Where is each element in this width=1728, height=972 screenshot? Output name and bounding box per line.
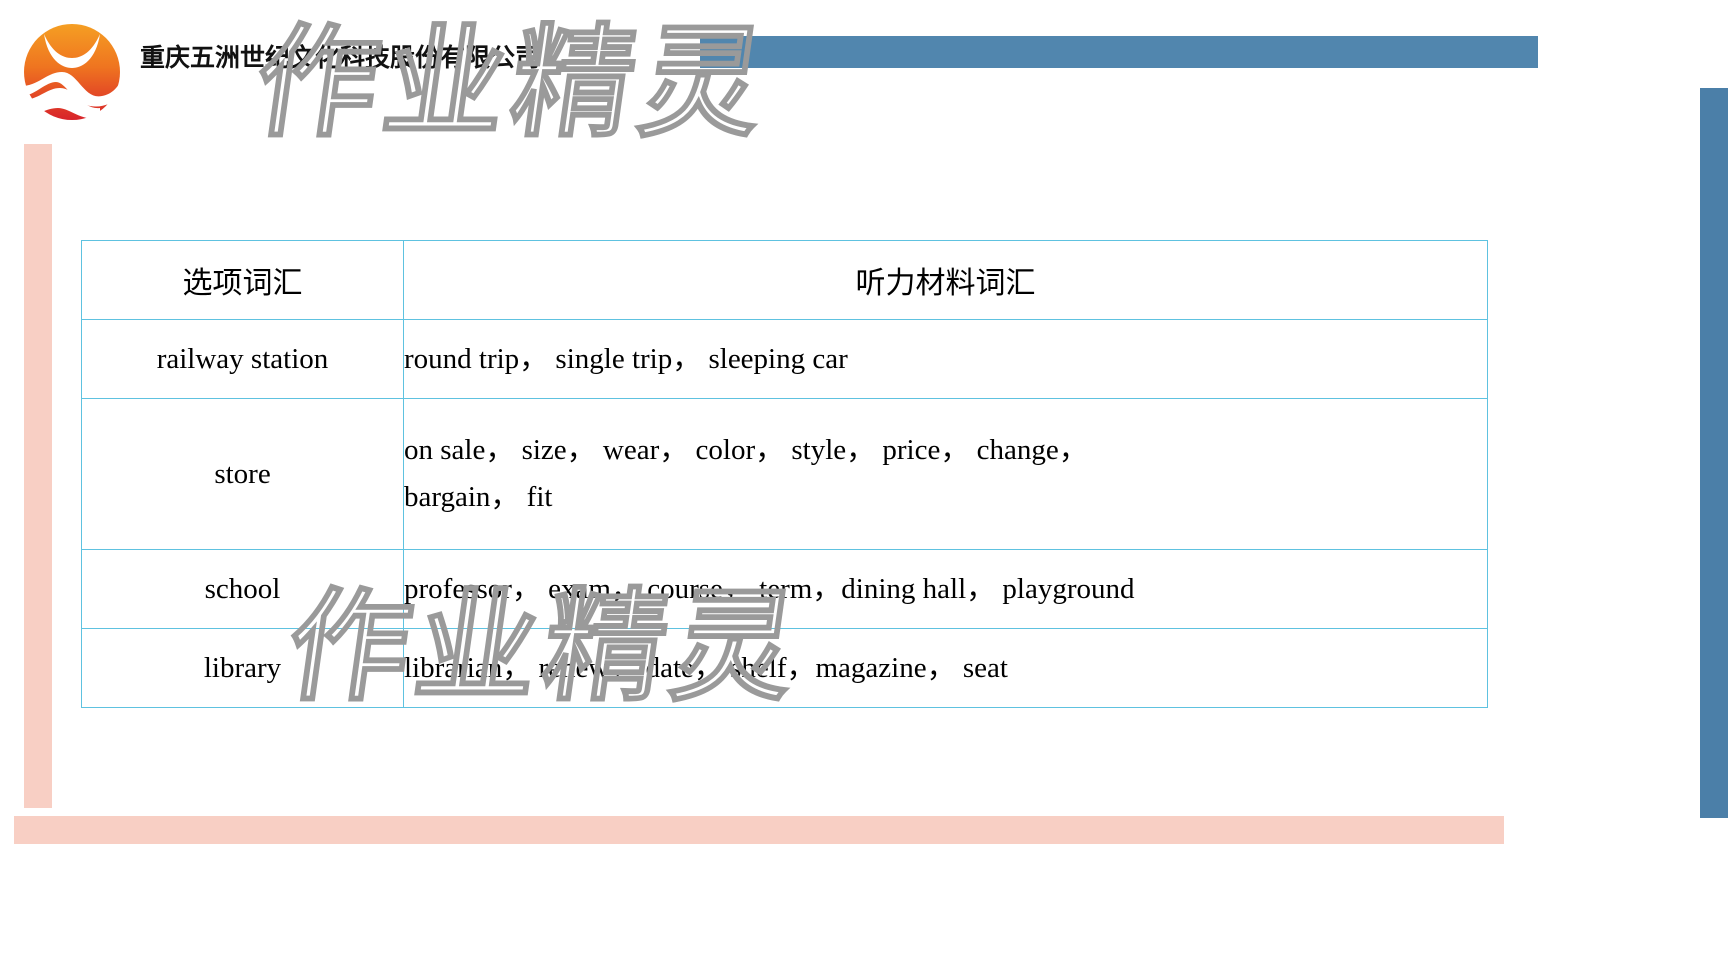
option-word: railway station (81, 319, 404, 399)
header-cell-option: 选项词汇 (81, 240, 404, 320)
material-line: bargain， fit (404, 481, 553, 513)
table-row: railway station round trip， single trip，… (81, 319, 1488, 399)
company-logo-icon (22, 22, 122, 122)
right-accent-bar (1700, 88, 1728, 818)
header-cell-material: 听力材料词汇 (403, 240, 1488, 320)
table-row: library librarian， renew， date， shelf，ma… (81, 628, 1488, 708)
material-line: on sale， size， wear， color， style， price… (404, 434, 1088, 467)
slide-canvas: 重庆五洲世纪文化科技股份有限公司 选项词汇 听力材料词汇 railway sta… (0, 0, 1728, 972)
material-line: librarian， renew， date， shelf，magazine， … (404, 651, 1008, 684)
table-row: store on sale， size， wear， color， style，… (81, 398, 1488, 550)
table-header-row: 选项词汇 听力材料词汇 (81, 240, 1488, 320)
watermark-text: 作业精灵 (246, 11, 780, 155)
option-word: library (81, 628, 404, 708)
table-row: school professor， exam， course， term，din… (81, 549, 1488, 629)
header-accent-bar (700, 36, 1538, 68)
company-name-label: 重庆五洲世纪文化科技股份有限公司 (140, 43, 541, 72)
material-words: librarian， renew， date， shelf，magazine， … (403, 628, 1488, 708)
material-line: round trip， single trip， sleeping car (404, 342, 848, 375)
bottom-accent-bar (14, 816, 1504, 844)
option-word: school (81, 549, 404, 629)
left-accent-bar (24, 144, 52, 808)
option-word: store (81, 398, 404, 550)
material-words: on sale， size， wear， color， style， price… (403, 398, 1488, 550)
vocabulary-table: 选项词汇 听力材料词汇 railway station round trip， … (81, 240, 1488, 708)
material-words: professor， exam， course， term，dining hal… (403, 549, 1488, 629)
material-line: professor， exam， course， term，dining hal… (404, 572, 1135, 605)
material-words: round trip， single trip， sleeping car (403, 319, 1488, 399)
